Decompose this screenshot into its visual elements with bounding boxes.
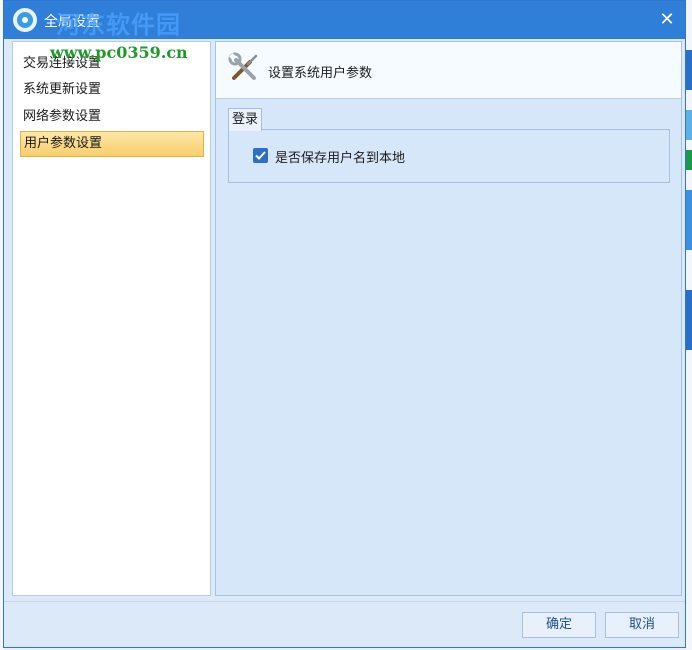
app-logo-icon	[13, 8, 37, 32]
login-group-label: 登录	[228, 108, 263, 131]
ok-button[interactable]: 确定	[522, 612, 596, 638]
watermark-url: www.pc0359.cn	[50, 43, 188, 62]
title-bar[interactable]: 全局设置 河东软件园 ✕	[4, 1, 685, 39]
content-header: 设置系统用户参数	[216, 42, 681, 99]
tools-icon	[228, 52, 258, 80]
save-username-label[interactable]: 是否保存用户名到本地	[275, 147, 405, 166]
save-username-checkbox[interactable]	[253, 148, 268, 163]
watermark-logo-text: 河东软件园	[56, 10, 181, 39]
close-button[interactable]: ✕	[655, 9, 679, 31]
nav-item-network-params[interactable]: 网络参数设置	[20, 104, 204, 130]
settings-nav-list: 交易连接设置 系统更新设置 网络参数设置 用户参数设置	[12, 41, 211, 596]
cancel-button[interactable]: 取消	[605, 612, 679, 638]
content-title: 设置系统用户参数	[268, 66, 373, 81]
checkmark-icon	[255, 151, 266, 160]
nav-item-user-params[interactable]: 用户参数设置	[20, 131, 204, 157]
dialog-footer: 确定 取消	[4, 601, 685, 648]
settings-dialog: 全局设置 河东软件园 ✕ www.pc0359.cn 交易连接设置 系统更新设置…	[3, 0, 686, 648]
settings-content-panel: 设置系统用户参数 登录 是否保存用户名到本地	[215, 41, 682, 596]
nav-item-system-update[interactable]: 系统更新设置	[20, 77, 204, 103]
background-app-edge-right	[686, 0, 692, 650]
login-group-box: 是否保存用户名到本地	[228, 129, 670, 183]
